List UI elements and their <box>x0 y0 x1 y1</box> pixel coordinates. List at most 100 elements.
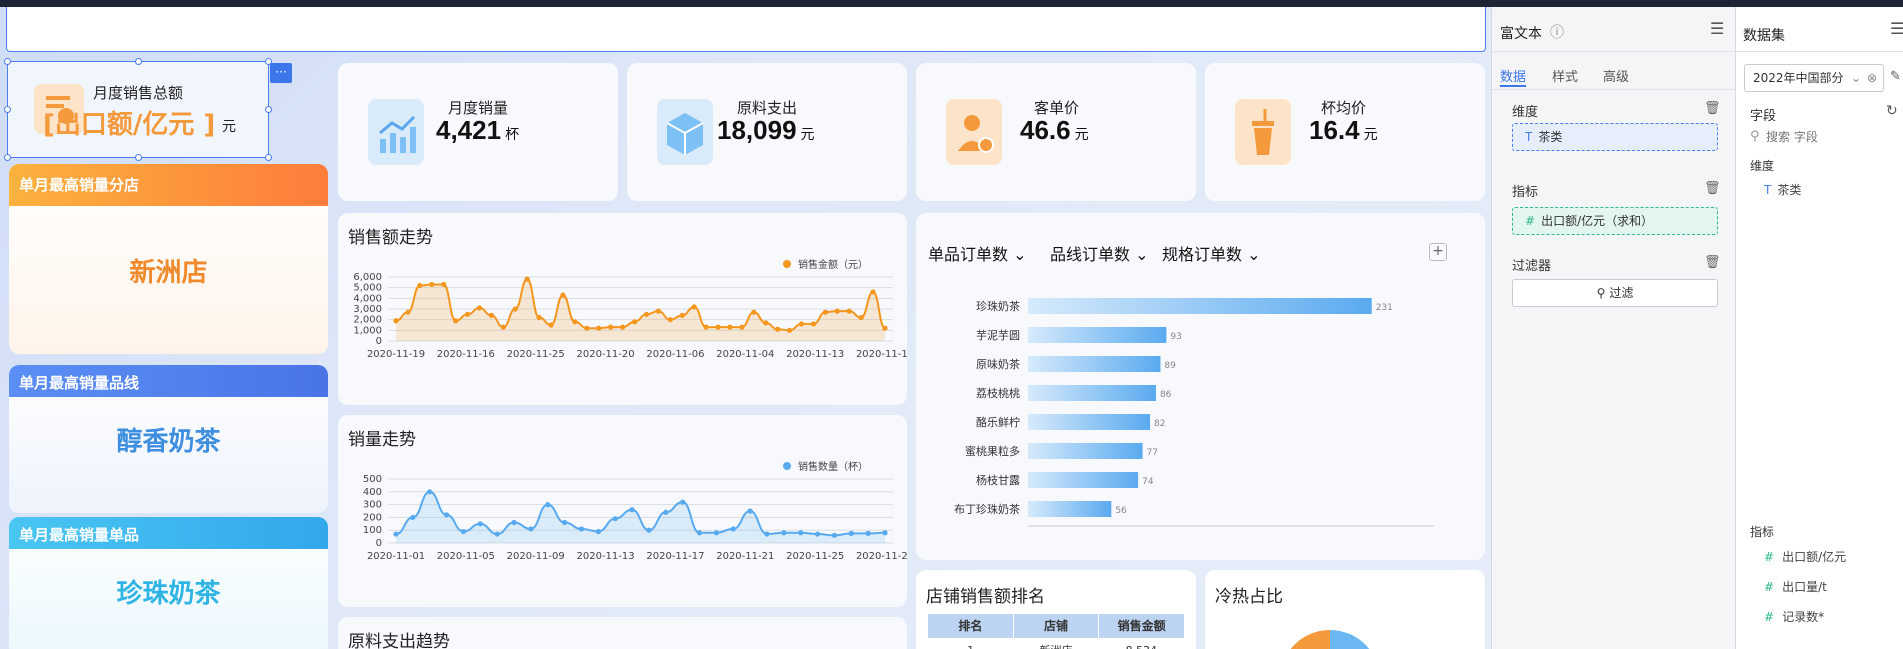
selected-card-value[interactable]: [出口额/亿元 ] <box>43 104 215 141</box>
legend-marker <box>783 462 791 470</box>
trash-icon[interactable]: 🗑 <box>1704 181 1721 196</box>
info-icon[interactable]: ⓘ <box>1550 22 1564 42</box>
data-point <box>528 526 534 532</box>
y-tick-label: 500 <box>363 474 382 485</box>
product-orders-card[interactable]: 单品订单数 ⌄ 品线订单数 ⌄ 规格订单数 ⌄ + 珍珠奶茶 231 芋泥芋圆 93 原… <box>916 213 1485 560</box>
field-item-metric[interactable]: # 出口额/亿元 <box>1764 548 1846 565</box>
kpi-card-cup-price[interactable]: 杯均价 16.4 元 <box>1205 63 1485 201</box>
data-point <box>739 324 745 330</box>
data-point <box>427 489 433 495</box>
handle-tl[interactable] <box>4 58 11 65</box>
x-tick-label: 2020-11-05 <box>437 551 495 562</box>
selected-rich-text-card[interactable]: 月度销售总额 [出口额/亿元 ] 元 <box>4 58 272 161</box>
cell-store: 新洲店 <box>1013 640 1098 649</box>
side-card-product[interactable]: 单月最高销量单品 珍珠奶茶 <box>9 517 328 649</box>
volume-trend-card[interactable]: 销量走势 0 100 200 300 400 500 2020-11-01 2020-11-0… <box>338 415 907 607</box>
side-card-store[interactable]: 单月最高销量分店 新洲店 <box>9 164 328 354</box>
data-point <box>488 312 495 318</box>
bar-value-label: 82 <box>1154 419 1165 429</box>
x-tick-label: 2020-11-13 <box>786 349 844 360</box>
panel-title: 富文本 <box>1500 26 1542 42</box>
side-card-line[interactable]: 单月最高销量品线 醇香奶茶 <box>9 365 328 513</box>
top-bar <box>0 0 1903 7</box>
bar <box>1028 385 1156 401</box>
handle-bl[interactable] <box>4 154 11 161</box>
cup-icon <box>1235 99 1291 165</box>
data-point <box>511 519 517 526</box>
kpi-value: 4,421 杯 <box>436 115 520 145</box>
y-tick-label: 4,000 <box>353 293 382 304</box>
collapse-icon[interactable]: ☰ <box>1710 19 1724 38</box>
filter-button[interactable]: ⚲ 过滤 <box>1512 279 1718 307</box>
collapse-icon[interactable]: ☰ <box>1890 19 1903 38</box>
bar-category-label: 荔枝桃桃 <box>976 386 1020 400</box>
selected-card-unit: 元 <box>222 119 236 135</box>
store-ranking-card[interactable]: 店铺销售额排名 排名 店铺 销售金额 1 新洲店 8,534 <box>916 570 1196 649</box>
product-orders-chart: 珍珠奶茶 231 芋泥芋圆 93 原味奶茶 89 荔枝桃桃 86 酪乐鲜柠 82 蜜桃果粒多 77 杨枝… <box>954 298 1434 527</box>
data-point <box>781 530 787 536</box>
ranking-table-header: 排名 店铺 销售金额 <box>928 614 1184 638</box>
data-point <box>443 512 450 518</box>
field-item-metric[interactable]: # 记录数* <box>1764 608 1824 625</box>
data-point <box>545 502 551 508</box>
trash-icon[interactable]: 🗑 <box>1704 255 1721 270</box>
number-field-icon: # <box>1525 214 1536 228</box>
data-point <box>417 282 423 289</box>
bar <box>1028 356 1161 372</box>
dashboard-canvas: 月度销售总额 [出口额/亿元 ] 元 ··· 月度销量 4,421 杯 原料支出 … <box>0 7 1491 649</box>
cold-hot-card[interactable]: 冷热占比 <box>1205 570 1485 649</box>
data-point <box>608 324 614 330</box>
data-point <box>730 526 736 532</box>
data-point <box>798 321 805 327</box>
field-item-dim[interactable]: T 茶类 <box>1764 181 1801 198</box>
material-trend-card[interactable]: 原料支出趋势 <box>338 617 907 649</box>
trash-icon[interactable]: 🗑 <box>1704 101 1721 116</box>
metric-drop-zone[interactable]: # 出口额/亿元（求和） <box>1512 207 1718 235</box>
sales-trend-card[interactable]: 销售额走势 0 1,000 2,000 3,000 4,000 5,000 6,000 202… <box>338 213 907 405</box>
data-point <box>655 308 661 314</box>
data-point <box>584 325 590 331</box>
data-point <box>882 530 888 536</box>
dataset-select[interactable]: 2022年中国部分 ⌄ ⊗ <box>1744 64 1884 92</box>
data-point <box>464 311 471 317</box>
data-point <box>548 322 554 328</box>
field-item-metric[interactable]: # 出口量/t <box>1764 578 1827 595</box>
text-field-icon: T <box>1525 130 1533 144</box>
data-point <box>786 327 793 333</box>
bar <box>1028 414 1151 430</box>
handle-ml[interactable] <box>4 106 11 113</box>
cell-rank: 1 <box>928 640 1013 649</box>
kpi-card-material[interactable]: 原料支出 18,099 元 <box>627 63 907 201</box>
data-point <box>393 318 399 324</box>
selected-card-title: 月度销售总额 <box>93 84 184 102</box>
dimension-drop-zone[interactable]: T 茶类 <box>1512 123 1718 151</box>
handle-tm[interactable] <box>135 58 142 65</box>
kpi-card-per-customer[interactable]: 客单价 46.6 元 <box>916 63 1196 201</box>
dimension-chip[interactable]: 茶类 <box>1538 130 1562 144</box>
edit-icon[interactable]: ✎ <box>1890 69 1901 84</box>
legend-marker <box>783 260 791 268</box>
tab-data[interactable]: 数据 <box>1500 66 1526 85</box>
table-row[interactable]: 1 新洲店 8,534 <box>928 640 1184 649</box>
handle-bm[interactable] <box>135 154 142 161</box>
handle-mr[interactable] <box>265 106 272 113</box>
bar-value-label: 74 <box>1142 477 1154 487</box>
bar-value-label: 86 <box>1160 390 1172 400</box>
data-point <box>477 521 483 527</box>
tab-style[interactable]: 样式 <box>1552 66 1578 85</box>
card-more-button[interactable]: ··· <box>270 63 292 83</box>
bar <box>1028 443 1143 459</box>
refresh-icon[interactable]: ↻ <box>1886 103 1898 119</box>
top-rich-text-card[interactable] <box>6 7 1486 52</box>
data-point <box>460 528 467 535</box>
field-search-input[interactable] <box>1766 127 1886 147</box>
data-point <box>393 531 399 537</box>
handle-br[interactable] <box>265 154 272 161</box>
metric-chip[interactable]: 出口额/亿元（求和） <box>1541 214 1653 228</box>
data-point <box>643 311 650 317</box>
clear-icon[interactable]: ⊗ <box>1867 65 1877 91</box>
side-card-value: 新洲店 <box>129 258 208 288</box>
x-tick-label: 2020-11-01 <box>367 551 425 562</box>
tab-advanced[interactable]: 高级 <box>1603 66 1629 85</box>
kpi-card-sales[interactable]: 月度销量 4,421 杯 <box>338 63 618 201</box>
